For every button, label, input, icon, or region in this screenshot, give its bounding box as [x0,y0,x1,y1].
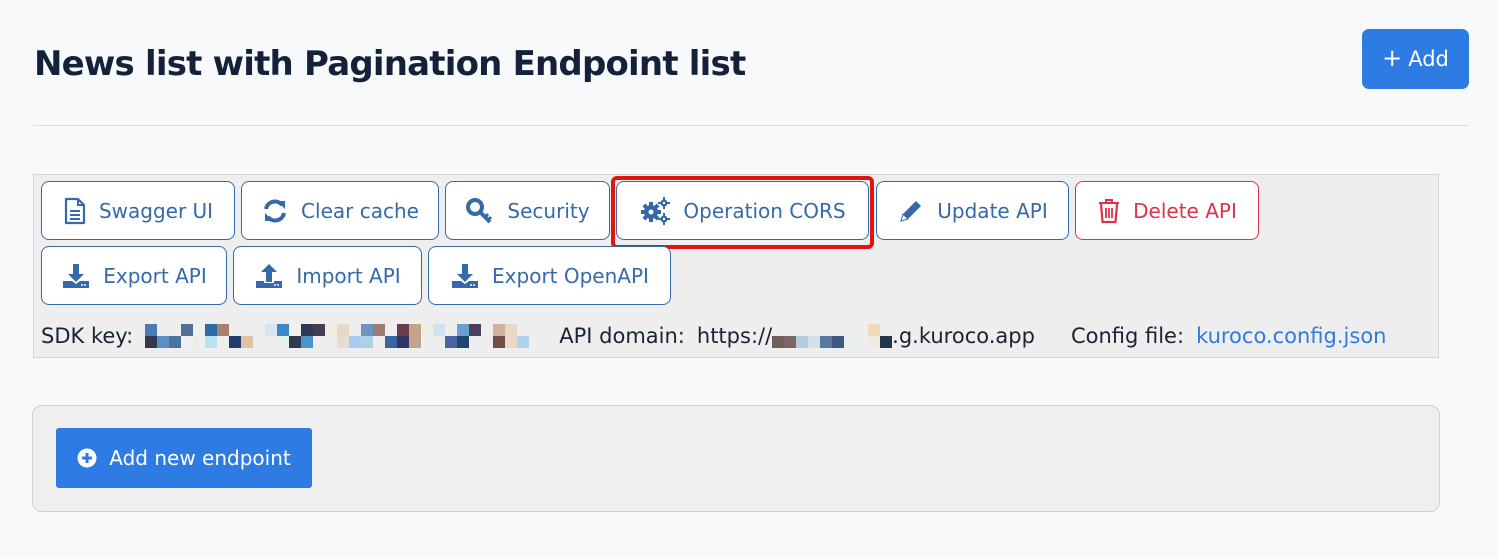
export-api-label: Export API [103,263,207,288]
swagger-ui-label: Swagger UI [98,198,214,223]
clear-cache-label: Clear cache [301,198,419,223]
add-button[interactable]: + Add [1362,29,1469,89]
document-icon [64,197,86,224]
import-api-button[interactable]: Import API [233,246,422,305]
import-api-label: Import API [296,263,401,288]
download-icon [63,263,90,288]
add-new-endpoint-label: Add new endpoint [109,446,291,470]
add-new-endpoint-button[interactable]: Add new endpoint [56,428,312,488]
export-openapi-button[interactable]: Export OpenAPI [428,246,671,305]
sdk-key-label: SDK key: [41,324,134,348]
operation-cors-label: Operation CORS [683,198,846,223]
export-api-button[interactable]: Export API [41,246,227,305]
delete-api-button[interactable]: Delete API [1075,181,1259,240]
upload-icon [256,263,283,288]
security-button[interactable]: Security [445,181,610,240]
key-icon [466,197,493,223]
gears-icon [641,196,671,225]
trash-icon [1099,198,1120,223]
plus-icon: + [1382,44,1403,72]
header-divider [33,125,1469,126]
api-domain-prefix: https:// [696,324,773,348]
page-title: News list with Pagination Endpoint list [34,44,746,84]
download-icon [452,263,479,288]
security-label: Security [507,198,590,223]
update-api-button[interactable]: Update API [876,181,1069,240]
swagger-ui-button[interactable]: Swagger UI [41,181,235,240]
add-button-label: Add [1408,47,1449,71]
sdk-key-value-redacted [145,324,530,348]
api-domain-redacted [772,324,893,348]
plus-circle-icon [77,448,97,468]
export-openapi-label: Export OpenAPI [492,263,649,288]
api-info-row: SDK key: API domain: https:// .g.kuroco.… [41,322,1386,350]
config-file-label: Config file: [1070,324,1185,348]
api-domain-suffix: .g.kuroco.app [892,324,1035,348]
update-api-label: Update API [937,198,1048,223]
pencil-icon [900,200,922,222]
clear-cache-button[interactable]: Clear cache [241,181,439,240]
delete-api-label: Delete API [1133,198,1237,223]
refresh-icon [264,199,287,222]
operation-cors-button[interactable]: Operation CORS [616,181,869,240]
api-domain-label: API domain: [559,324,685,348]
config-file-link[interactable]: kuroco.config.json [1196,324,1386,348]
